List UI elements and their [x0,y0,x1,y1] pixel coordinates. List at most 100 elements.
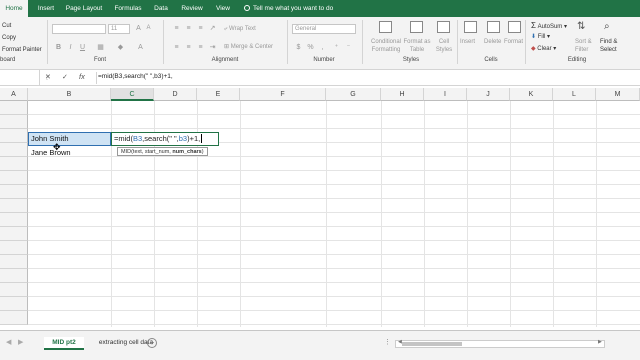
grow-font-icon[interactable]: A [134,24,143,33]
column-header-g[interactable]: G [326,88,381,101]
row-header[interactable] [0,227,28,241]
merge-center-button[interactable]: ⊞ Merge & Center [224,43,273,50]
tab-review[interactable]: Review [178,0,206,17]
align-top-icon[interactable]: ≡ [172,24,181,33]
insert-cells-icon[interactable] [464,21,477,33]
sort-filter-label-2[interactable]: Filter [575,47,588,53]
scroll-left-icon[interactable]: ◀ [398,339,402,345]
delete-cells-icon[interactable] [487,21,500,33]
column-header-j[interactable]: J [467,88,510,101]
shrink-font-icon[interactable]: A [144,24,153,33]
fill-button[interactable]: ⬇ Fill ▾ [531,33,550,40]
format-cells-button[interactable]: Format [504,39,523,45]
cell-styles-label-2[interactable]: Styles [432,47,456,53]
column-header-m[interactable]: M [596,88,640,101]
tab-view[interactable]: View [212,0,234,17]
number-format-box[interactable]: General [292,24,356,34]
conditional-formatting-icon[interactable] [379,21,392,33]
format-painter-button[interactable]: Format Painter [2,47,42,53]
scroll-right-icon[interactable]: ▶ [598,339,602,345]
column-header-a[interactable]: A [0,88,28,101]
conditional-formatting-label-1[interactable]: Conditional [368,39,404,45]
formula-input[interactable]: =mid(B3,search(" ",b3)+1, [98,73,173,80]
sort-filter-label-1[interactable]: Sort & [575,39,592,45]
scroll-sheets-right-icon[interactable]: ▶ [18,338,23,346]
row-header[interactable] [0,199,28,213]
align-middle-icon[interactable]: ≡ [184,24,193,33]
underline-icon[interactable]: U [78,43,87,52]
row-header[interactable] [0,157,28,171]
tab-split-handle-icon[interactable]: ⋮ [384,338,391,346]
row-header[interactable] [0,241,28,255]
insert-function-button[interactable]: fx [79,72,85,81]
delete-cells-button[interactable]: Delete [484,39,501,45]
sheet-tab-mid-pt2[interactable]: MID pt2 [44,337,84,350]
format-as-table-label-2[interactable]: Table [402,47,432,53]
italic-icon[interactable]: I [66,43,75,52]
column-header-k[interactable]: K [510,88,553,101]
align-right-icon[interactable]: ≡ [196,43,205,52]
row-header[interactable] [0,115,28,129]
horizontal-scrollbar[interactable] [395,340,605,348]
row-header[interactable] [0,185,28,199]
decrease-decimal-icon[interactable]: ⁻ [344,43,353,52]
tab-home[interactable]: Home [0,0,28,17]
name-box[interactable] [0,70,40,86]
fill-color-icon[interactable]: ◆ [116,43,125,52]
sort-filter-icon[interactable]: ⇅ [577,21,585,32]
row-header[interactable] [0,129,28,143]
column-header-h[interactable]: H [381,88,424,101]
column-header-f[interactable]: F [240,88,326,101]
font-name-box[interactable] [52,24,106,34]
row-header[interactable] [0,101,28,115]
format-cells-icon[interactable] [508,21,521,33]
column-header-i[interactable]: I [424,88,467,101]
format-as-table-icon[interactable] [410,21,423,33]
column-header-b[interactable]: B [28,88,111,101]
cell-styles-label-1[interactable]: Cell [432,39,456,45]
cell-styles-icon[interactable] [437,21,450,33]
column-header-d[interactable]: D [154,88,197,101]
row-header[interactable] [0,283,28,297]
column-header-e[interactable]: E [197,88,240,101]
conditional-formatting-label-2[interactable]: Formatting [368,47,404,53]
font-color-icon[interactable]: A [136,43,145,52]
row-header[interactable] [0,269,28,283]
insert-cells-button[interactable]: Insert [460,39,475,45]
format-as-table-label-1[interactable]: Format as [402,39,432,45]
comma-icon[interactable]: , [318,43,327,52]
clear-button[interactable]: ◆ Clear ▾ [531,45,556,52]
row-header[interactable] [0,311,28,325]
indent-icon[interactable]: ⇥ [208,43,217,52]
tab-formulas[interactable]: Formulas [112,0,144,17]
align-bottom-icon[interactable]: ≡ [196,24,205,33]
row-header[interactable] [0,143,28,157]
copy-button[interactable]: Copy [2,35,16,41]
find-select-icon[interactable]: ⌕ [604,21,610,32]
row-header[interactable] [0,213,28,227]
borders-icon[interactable]: ▦ [96,43,105,52]
orientation-icon[interactable]: ↗ [208,24,217,33]
increase-decimal-icon[interactable]: ⁺ [332,43,341,52]
tell-me-box[interactable]: Tell me what you want to do [244,0,333,17]
tab-page-layout[interactable]: Page Layout [63,0,105,17]
find-select-label-2[interactable]: Select [600,47,617,53]
add-sheet-button[interactable]: + [147,338,157,348]
cell-b3[interactable]: John Smith [31,134,69,143]
font-size-box[interactable]: 11 [108,24,130,34]
cell-c3-editing[interactable]: =mid(B3,search(" ",b3)+1, [111,132,219,146]
align-left-icon[interactable]: ≡ [172,43,181,52]
column-header-l[interactable]: L [553,88,596,101]
cell-b4[interactable]: Jane Brown [31,148,71,157]
percent-icon[interactable]: % [306,43,315,52]
autosum-button[interactable]: Σ AutoSum ▾ [531,21,567,30]
row-header[interactable] [0,171,28,185]
enter-button[interactable]: ✓ [62,73,68,81]
align-center-icon[interactable]: ≡ [184,43,193,52]
cut-button[interactable]: Cut [2,23,11,29]
currency-icon[interactable]: $ [294,43,303,52]
row-header[interactable] [0,297,28,311]
bold-icon[interactable]: B [54,43,63,52]
cancel-button[interactable]: ✕ [45,73,51,81]
scroll-sheets-left-icon[interactable]: ◀ [6,338,11,346]
